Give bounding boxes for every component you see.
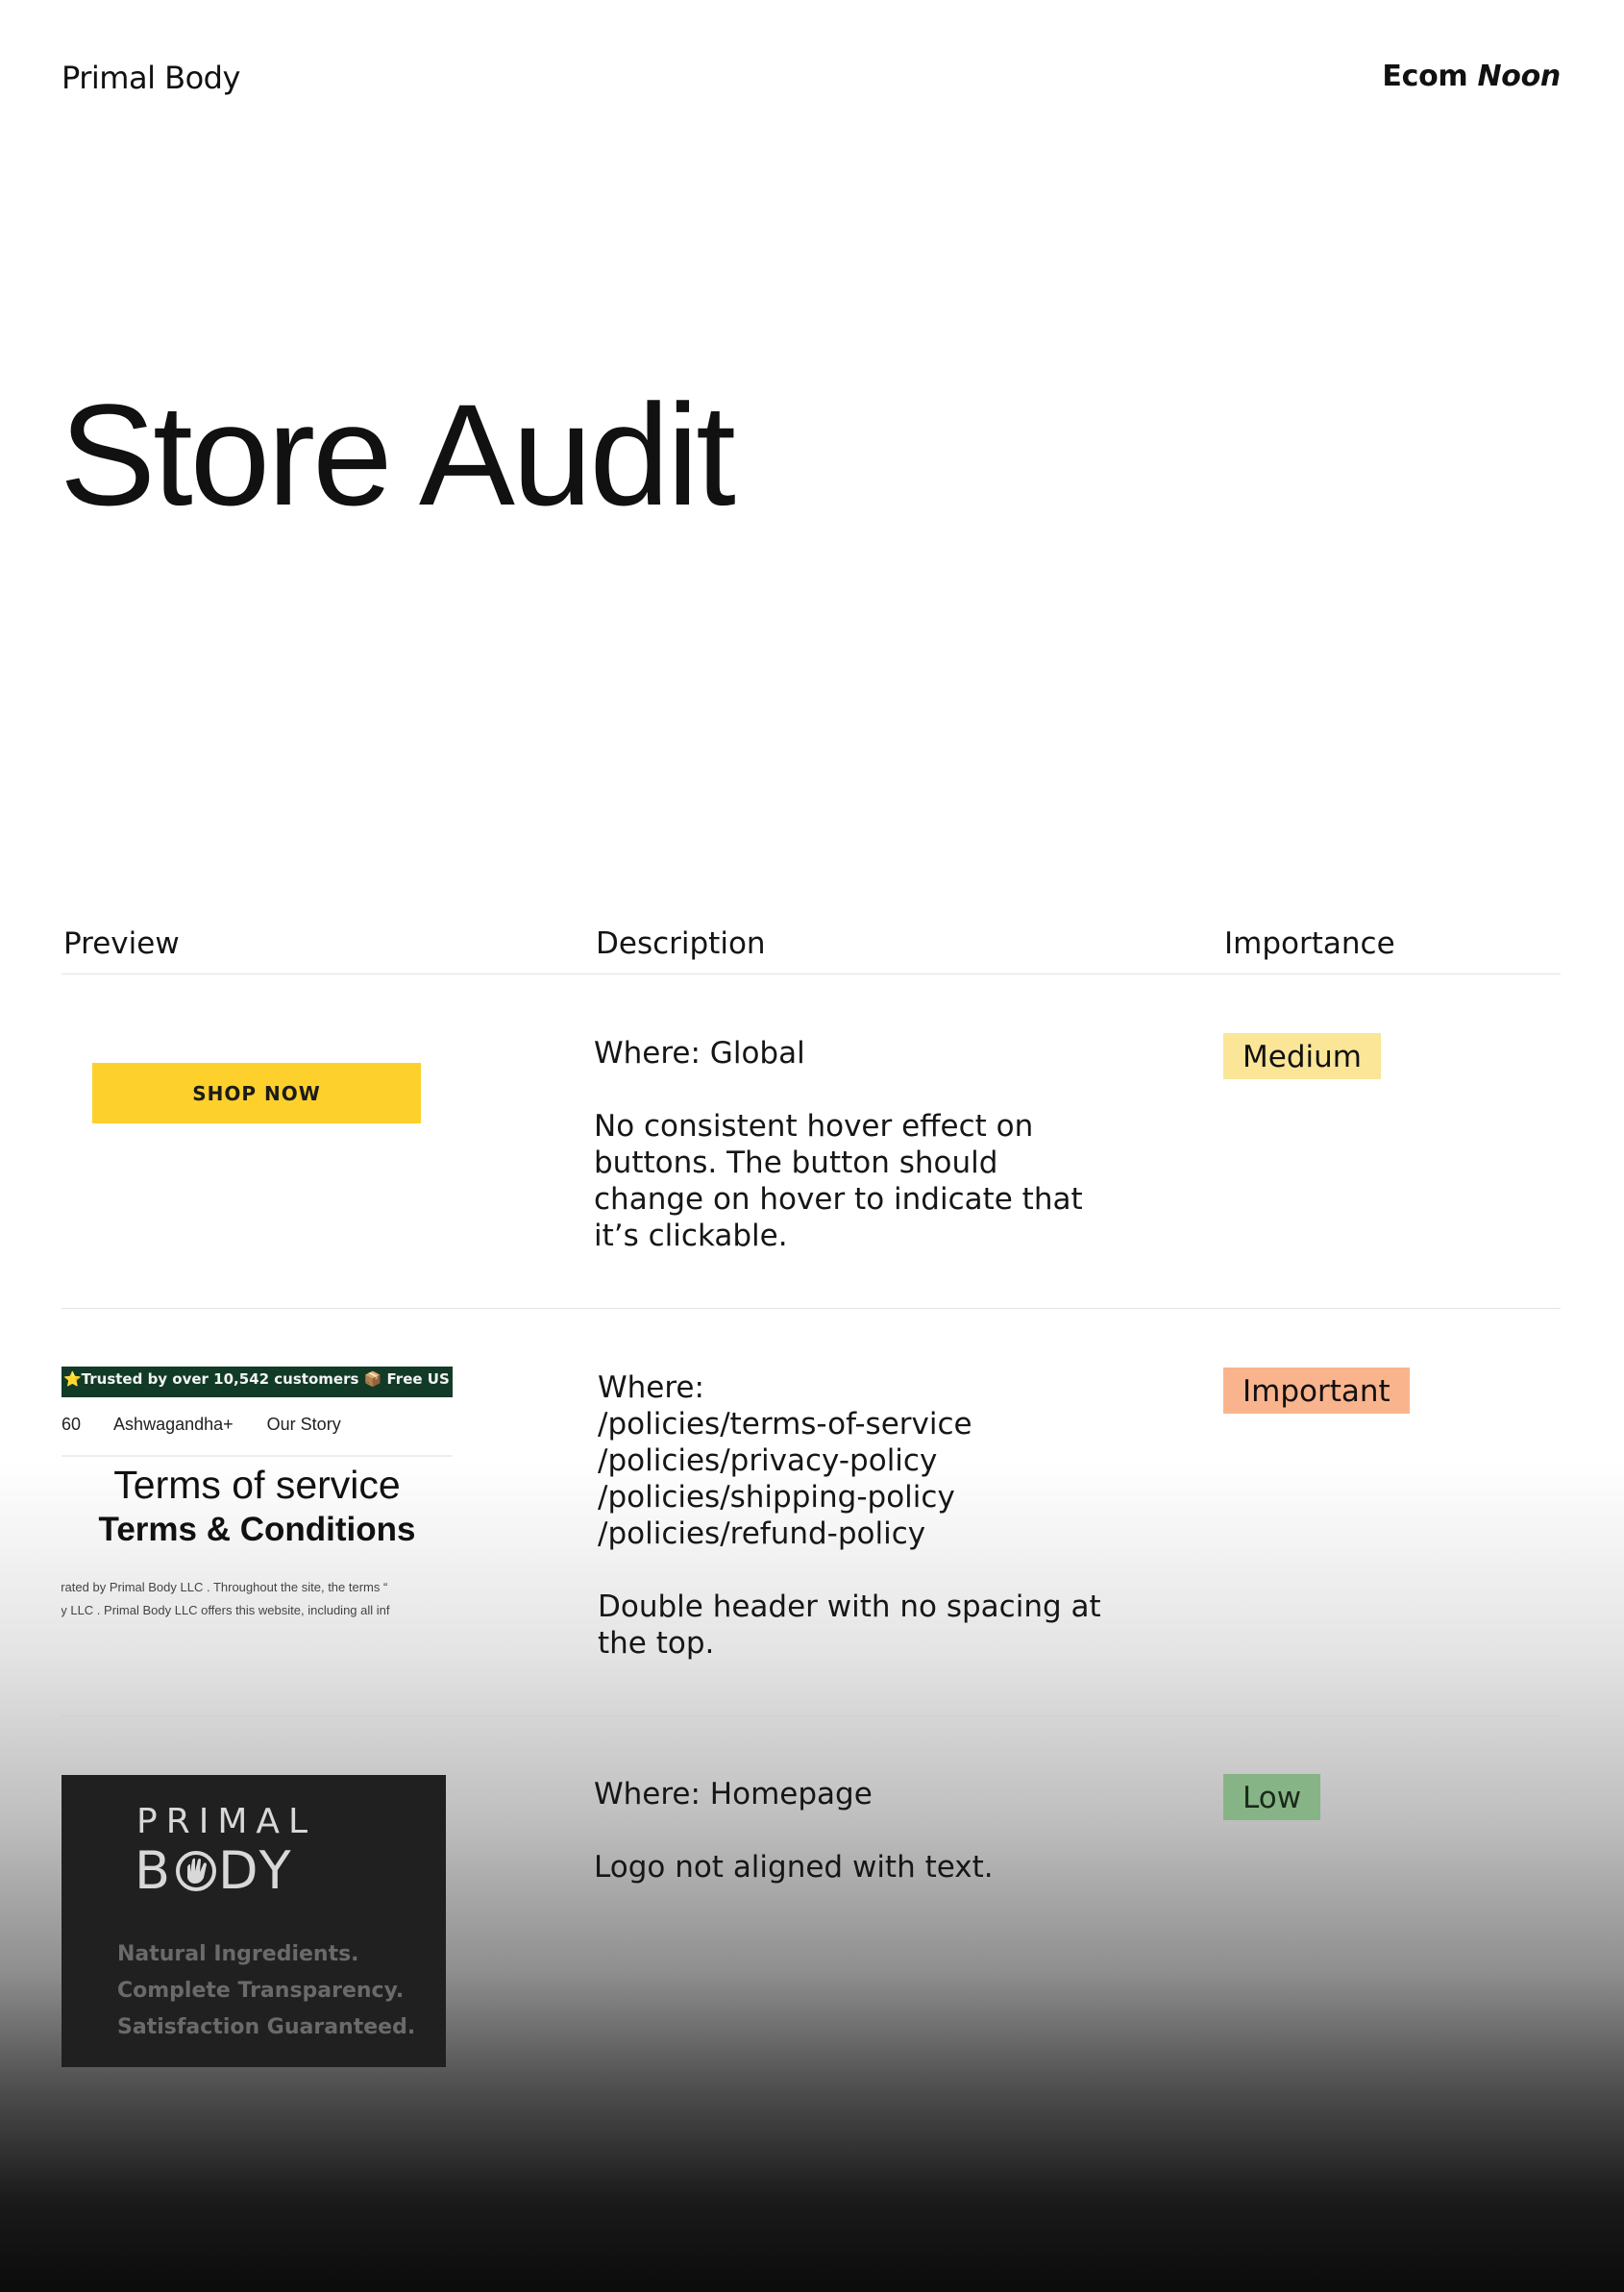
preview-body-line: erated by Primal Body LLC . Throughout t…: [62, 1580, 388, 1594]
description-line: Double header with no spacing at: [598, 1590, 1101, 1624]
brand-logo-plain: Ecom: [1382, 60, 1468, 93]
preview-nav: 60 Ashwagandha+ Our Story: [62, 1415, 453, 1435]
tagline-line: Natural Ingredients.: [117, 1942, 359, 1966]
terms-page-preview: ⭐Trusted by over 10,542 customers 📦 Free…: [62, 1367, 453, 1626]
description-line: change on hover to indicate that: [594, 1182, 1083, 1217]
row-description: Where: /policies/terms-of-service /polic…: [598, 1369, 1174, 1662]
preview-nav-item: 60: [62, 1415, 82, 1434]
importance-badge-important: Important: [1223, 1368, 1410, 1414]
preview-nav-item: Ashwagandha+: [113, 1415, 234, 1434]
logo-taglines: Natural Ingredients. Complete Transparen…: [117, 1936, 415, 2046]
where-line: Where: Homepage: [594, 1777, 873, 1811]
where-path: /policies/terms-of-service: [598, 1407, 972, 1442]
importance-cell: Important: [1223, 1368, 1410, 1414]
column-header-importance: Importance: [1224, 926, 1395, 961]
tagline-line: Complete Transparency.: [117, 1979, 405, 2003]
brand-logo: Ecom Noon: [1382, 60, 1561, 93]
logo-preview: PRIMAL B DY Natural Ingredients. Complet…: [62, 1775, 446, 2067]
description-line: Logo not aligned with text.: [594, 1850, 994, 1885]
where-line: Where:: [598, 1370, 704, 1405]
importance-cell: Low: [1223, 1774, 1321, 1820]
importance-badge-low: Low: [1223, 1774, 1321, 1820]
logo-letters-dy: DY: [218, 1840, 295, 1901]
hand-print-icon: [176, 1850, 217, 1891]
logo-text-body: B DY: [135, 1840, 295, 1901]
preview-nav-item: Our Story: [266, 1415, 341, 1434]
description-line: No consistent hover effect on: [594, 1109, 1034, 1144]
client-name: Primal Body: [62, 60, 240, 96]
importance-cell: Medium: [1223, 1033, 1381, 1079]
description-text: Logo not aligned with text.: [594, 1849, 1132, 1885]
description-line: buttons. The button should: [594, 1146, 998, 1180]
description-text: Double header with no spacing at the top…: [598, 1589, 1174, 1662]
announcement-bar: ⭐Trusted by over 10,542 customers 📦 Free…: [62, 1367, 453, 1397]
shop-now-button[interactable]: SHOP NOW: [92, 1063, 421, 1123]
where-line: Where: Global: [594, 1036, 805, 1071]
importance-badge-medium: Medium: [1223, 1033, 1381, 1079]
description-line: the top.: [598, 1626, 715, 1661]
preview-heading-terms-conditions: Terms & Conditions: [98, 1511, 416, 1548]
brand-logo-italic: Noon: [1477, 60, 1562, 93]
page-title: Store Audit: [60, 374, 736, 535]
description-line: it’s clickable.: [594, 1219, 788, 1253]
preview-heading-terms-of-service: Terms of service: [113, 1463, 401, 1507]
logo-letter-b: B: [135, 1840, 175, 1901]
column-header-preview: Preview: [63, 926, 180, 961]
table-header-divider: [62, 973, 1561, 974]
preview-nav-divider: [62, 1455, 453, 1457]
where-path: /policies/refund-policy: [598, 1516, 926, 1551]
description-text: No consistent hover effect on buttons. T…: [594, 1108, 1132, 1254]
preview-body-line: dy LLC . Primal Body LLC offers this web…: [62, 1603, 390, 1617]
where-path: /policies/shipping-policy: [598, 1480, 955, 1515]
column-header-description: Description: [596, 926, 766, 961]
row-divider: [62, 1308, 1561, 1309]
where-path: /policies/privacy-policy: [598, 1443, 938, 1478]
tagline-line: Satisfaction Guaranteed.: [117, 2015, 416, 2039]
logo-text-primal: PRIMAL: [136, 1802, 317, 1841]
row-description: Where: Homepage Logo not aligned with te…: [594, 1776, 1132, 1885]
row-divider: [62, 1715, 1561, 1716]
row-description: Where: Global No consistent hover effect…: [594, 1035, 1132, 1254]
